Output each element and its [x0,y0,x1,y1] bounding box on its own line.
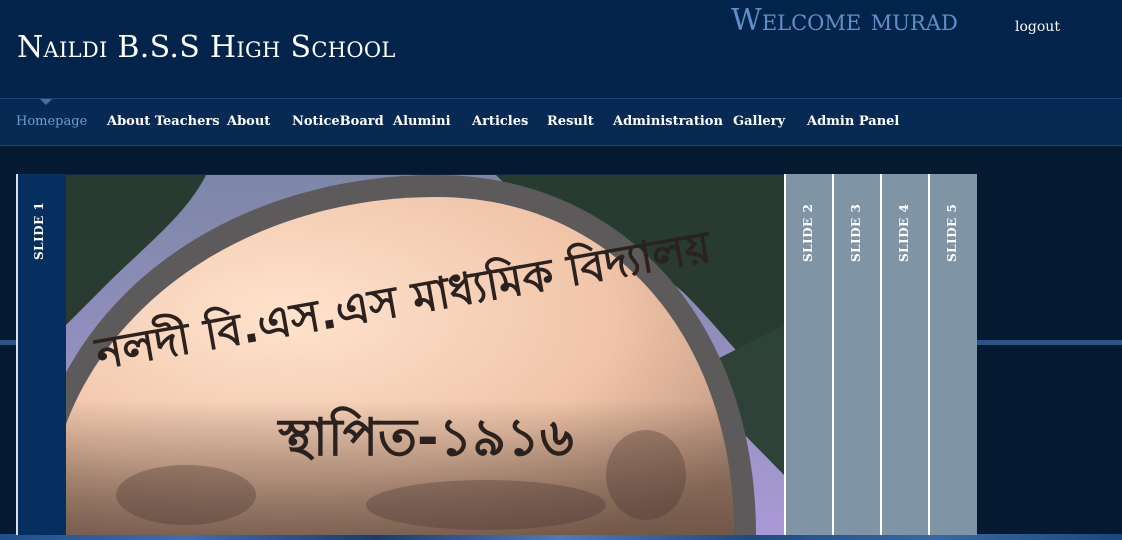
slide-tab-3-label-wrap: SLIDE 3 [834,174,882,274]
school-gate-photo: নলদী বি.এস.এস মাধ্যমিক বিদ্যালয় স্থাপিত… [66,175,784,535]
slide-tab-1-label-wrap: SLIDE 1 [18,174,66,274]
slide-tab-3[interactable]: SLIDE 3 [832,174,881,535]
site-title: Naildi B.S.S High School [17,30,396,65]
slide-tab-5-label: SLIDE 5 [945,203,959,262]
header: Naildi B.S.S High School Welcome murad l… [0,0,1122,98]
nav-item-noticeboard[interactable]: NoticeBoard [292,114,384,129]
active-indicator-caret [40,99,52,105]
image-slider: SLIDE 1 নলদী বি.এস.এস মাধ্যমিক বিদ্যালয়… [16,174,977,535]
nav-item-about-teachers[interactable]: About Teachers [107,114,220,129]
nav-item-administration[interactable]: Administration [613,114,723,129]
slide-tab-2-label: SLIDE 2 [801,203,815,262]
slide-photo: নলদী বি.এস.এস মাধ্যমিক বিদ্যালয় স্থাপিত… [66,175,784,535]
slide-tab-4[interactable]: SLIDE 4 [880,174,929,535]
nav-item-admin-panel[interactable]: Admin Panel [807,114,899,129]
slide-tab-5-label-wrap: SLIDE 5 [930,174,978,274]
nav-item-about[interactable]: About [227,114,270,129]
slide-tab-3-label: SLIDE 3 [849,203,863,262]
nav-item-articles[interactable]: Articles [472,114,528,129]
welcome-message: Welcome murad [731,3,958,38]
slide-tab-2-label-wrap: SLIDE 2 [786,174,834,274]
nav-item-gallery[interactable]: Gallery [733,114,785,129]
slide-tab-4-label: SLIDE 4 [897,203,911,262]
slide-tab-2[interactable]: SLIDE 2 [784,174,833,535]
nav-item-result[interactable]: Result [547,114,594,129]
main-nav: Homepage About Teachers About NoticeBoar… [0,98,1122,146]
slide-tab-1[interactable]: SLIDE 1 [16,174,66,535]
slide-tab-5[interactable]: SLIDE 5 [928,174,977,535]
logout-link[interactable]: logout [1015,19,1060,35]
nav-item-alumini[interactable]: Alumini [393,114,451,129]
nav-item-homepage[interactable]: Homepage [16,114,87,129]
inscription-line-2: স্থাপিত-১৯১৬ [276,406,573,468]
slide-tab-4-label-wrap: SLIDE 4 [882,174,930,274]
slide-tab-1-label: SLIDE 1 [32,201,46,260]
